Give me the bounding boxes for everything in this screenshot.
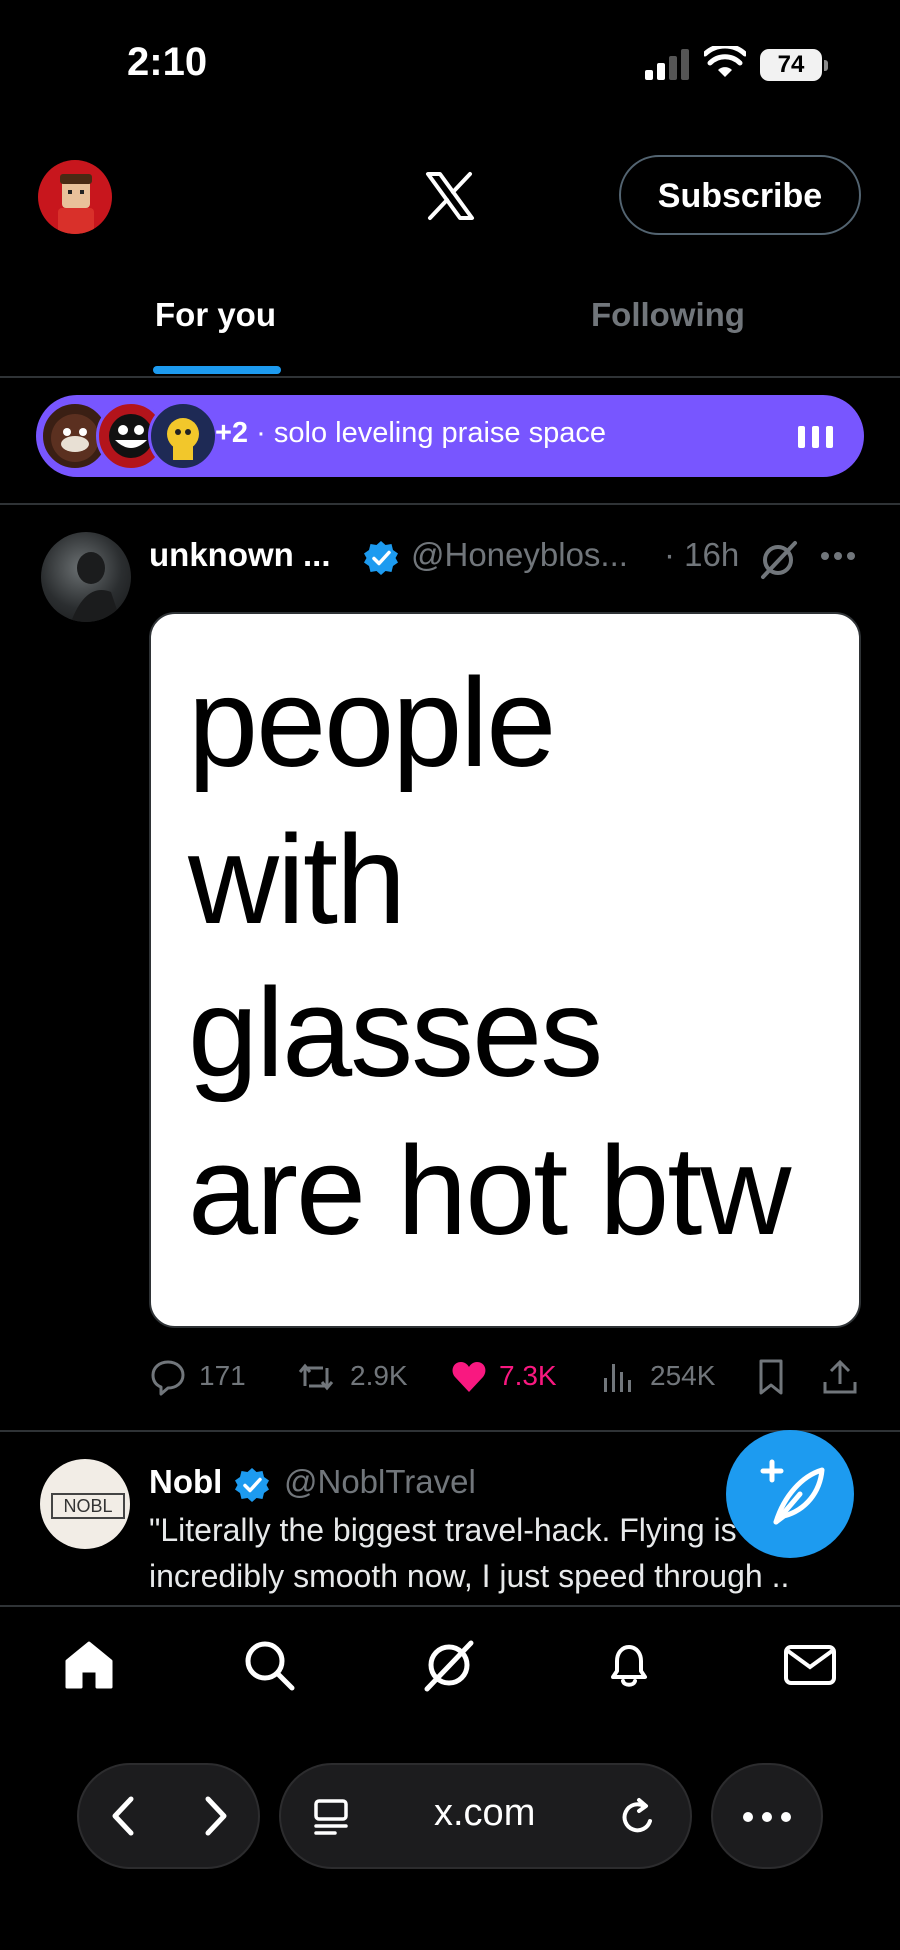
tweet-author-name[interactable]: Nobl — [149, 1463, 222, 1501]
share-icon[interactable] — [821, 1358, 859, 1396]
space-listener-count: +2 — [215, 417, 249, 449]
status-time: 2:10 — [127, 40, 208, 84]
space-label: +2 · solo leveling praise space — [215, 417, 606, 450]
battery-tip — [824, 60, 828, 71]
tweet-author-avatar[interactable] — [41, 532, 131, 622]
nav-divider — [0, 1605, 900, 1607]
compose-post-button[interactable] — [726, 1430, 854, 1558]
space-title: solo leveling praise space — [273, 417, 606, 449]
divider — [0, 503, 900, 505]
avatar-image — [71, 552, 121, 622]
space-separator: · — [256, 417, 266, 449]
home-icon[interactable] — [61, 1637, 117, 1693]
space-speaker-avatar — [148, 401, 218, 471]
bookmark-icon[interactable] — [752, 1358, 790, 1396]
tab-for-you[interactable]: For you — [155, 296, 276, 334]
tweet-author-name[interactable]: unknown ... — [149, 536, 330, 574]
messages-mail-icon[interactable] — [782, 1637, 838, 1693]
tweet-author-handle[interactable]: @NoblTravel — [284, 1463, 476, 1501]
meme-text-line: glasses — [188, 962, 603, 1103]
x-logo-icon[interactable] — [424, 170, 476, 222]
active-tab-indicator — [153, 366, 281, 374]
wifi-icon — [704, 46, 746, 77]
grok-icon[interactable] — [757, 539, 799, 581]
tweet-author-handle[interactable]: @Honeyblos... — [411, 536, 628, 574]
verified-badge-icon — [235, 1468, 269, 1502]
more-options-icon — [743, 1812, 791, 1822]
subscribe-button[interactable]: Subscribe — [619, 155, 861, 235]
meme-text-line: are hot btw — [188, 1120, 791, 1261]
audio-bars-icon — [798, 426, 833, 448]
reply-icon[interactable] — [149, 1358, 187, 1396]
nobl-logo: NOBL — [51, 1493, 125, 1519]
reply-count: 171 — [199, 1360, 246, 1391]
view-count: 254K — [650, 1360, 716, 1391]
like-count: 7.3K — [499, 1360, 557, 1391]
back-chevron-icon[interactable] — [103, 1795, 143, 1837]
avatar-image — [58, 174, 94, 234]
tweet-text-line: incredibly smooth now, I just speed thro… — [149, 1558, 790, 1594]
compose-feather-icon — [760, 1459, 825, 1525]
tabs-divider — [0, 376, 900, 378]
battery-indicator: 74 — [760, 49, 822, 81]
forward-chevron-icon[interactable] — [196, 1795, 236, 1837]
views-icon[interactable] — [600, 1358, 638, 1396]
tab-following[interactable]: Following — [591, 296, 745, 334]
grok-icon[interactable] — [421, 1637, 477, 1693]
like-heart-icon[interactable] — [450, 1358, 488, 1396]
url-text[interactable]: x.com — [434, 1792, 535, 1835]
tweet-timestamp[interactable]: · 16h — [664, 536, 739, 574]
cellular-signal-icon — [645, 49, 689, 80]
space-avatar-image — [167, 418, 199, 460]
repost-icon[interactable] — [297, 1358, 335, 1396]
meme-text-line: with — [188, 809, 406, 950]
verified-badge-icon — [364, 541, 398, 575]
reload-icon[interactable] — [617, 1797, 659, 1839]
more-options-icon[interactable] — [820, 550, 856, 562]
page-menu-icon[interactable] — [311, 1797, 351, 1837]
repost-count: 2.9K — [350, 1360, 408, 1391]
notifications-bell-icon[interactable] — [601, 1637, 657, 1693]
meme-text-line: people — [188, 652, 556, 793]
search-icon[interactable] — [241, 1637, 297, 1693]
profile-avatar[interactable] — [38, 160, 112, 234]
